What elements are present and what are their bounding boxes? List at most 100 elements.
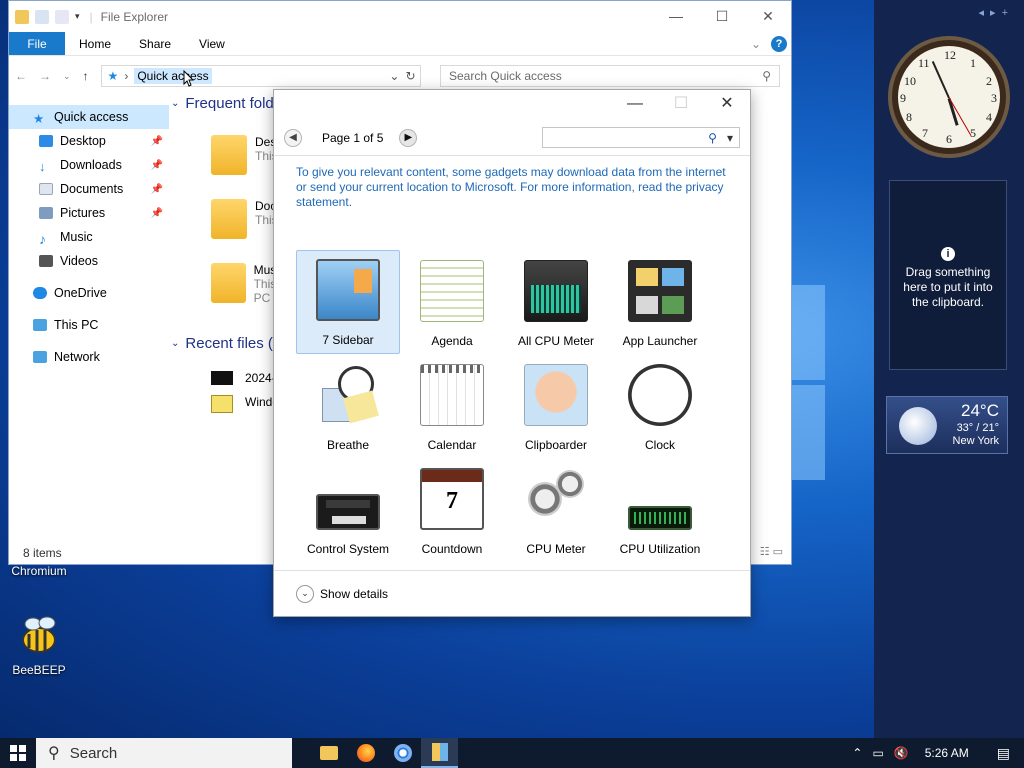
back-icon[interactable]: ← (15, 69, 27, 83)
sidebar-item-onedrive[interactable]: OneDrive (9, 281, 169, 305)
gadget-item[interactable]: Control System (296, 458, 400, 562)
taskbar-firefox[interactable] (347, 738, 384, 768)
chevron-down-icon[interactable]: ⌄ (389, 69, 399, 83)
dialog-titlebar[interactable]: — ☐ ✕ (274, 90, 750, 120)
properties-icon[interactable] (35, 9, 49, 24)
network-icon[interactable]: ▭ (872, 746, 883, 760)
gadget-item[interactable]: App Launcher (608, 250, 712, 354)
sidebar-item-documents[interactable]: Documents 📌 (9, 177, 169, 201)
clock-time[interactable]: 5:26 AM (925, 746, 969, 760)
tab-share[interactable]: Share (125, 32, 185, 55)
mouse-cursor-icon (183, 70, 195, 87)
chevron-down-icon[interactable]: ▾ (75, 11, 80, 22)
folder-icon (319, 746, 338, 760)
clipboarder-gadget-icon (524, 364, 588, 426)
control-system-gadget-icon (316, 494, 380, 530)
start-button[interactable] (0, 738, 36, 768)
minute-hand (931, 61, 950, 99)
gadget-search-input[interactable]: ⚲ ▾ (542, 127, 740, 148)
sidebar-item-downloads[interactable]: ↓ Downloads 📌 (9, 153, 169, 177)
gadgets-dialog[interactable]: — ☐ ✕ ◀ Page 1 of 5 ▶ ⚲ ▾ To give you re… (273, 89, 751, 617)
search-input[interactable]: Search Quick access ⚲ (440, 65, 780, 87)
sidebar-item-label: Network (54, 350, 100, 364)
pin-icon: 📌 (150, 159, 163, 171)
sidebar-item-this-pc[interactable]: This PC (9, 313, 169, 337)
gadget-item[interactable]: CPU Meter (504, 458, 608, 562)
clock-gadget-icon (628, 364, 692, 426)
clock-gadget[interactable]: 12 1 2 3 4 5 6 7 8 9 10 11 (888, 36, 1010, 158)
tab-home[interactable]: Home (65, 32, 125, 55)
close-button[interactable]: ✕ (745, 8, 791, 25)
next-page-button[interactable]: ▶ (399, 128, 418, 147)
desktop-icon-beebeep[interactable]: BeeBEEP (4, 614, 74, 677)
weather-city: New York (952, 435, 999, 447)
forward-icon[interactable]: → (39, 69, 51, 83)
sidebar-item-network[interactable]: Network (9, 345, 169, 369)
desktop-icon-label: Chromium (11, 564, 67, 578)
cpu-utilization-gadget-icon (628, 506, 692, 530)
gadgets-icon (431, 743, 448, 761)
gadget-item[interactable]: Clock (608, 354, 712, 458)
sidebar-item-quick-access[interactable]: ★ Quick access (9, 105, 169, 129)
clipboard-hint: Drag something here to put it into the c… (903, 265, 993, 309)
sidebar-item-desktop[interactable]: Desktop 📌 (9, 129, 169, 153)
taskbar-file-explorer[interactable] (310, 738, 347, 768)
sidebar-item-videos[interactable]: Videos (9, 249, 169, 273)
new-folder-icon[interactable] (55, 9, 69, 24)
recent-files-header[interactable]: ⌄ Recent files (2) (171, 335, 286, 352)
folder-icon (211, 135, 247, 175)
show-details-button[interactable]: Show details (320, 587, 388, 601)
chevron-down-icon: ⌄ (171, 338, 180, 349)
taskbar-search-box[interactable]: ⚲ Search (36, 738, 292, 768)
taskbar-chromium[interactable] (384, 738, 421, 768)
sidebar-item-music[interactable]: ♪ Music (9, 225, 169, 249)
folder-icon (211, 263, 246, 303)
chevron-down-icon[interactable]: ⌄ (296, 584, 314, 603)
gadget-item[interactable]: All CPU Meter (504, 250, 608, 354)
explorer-titlebar[interactable]: ▾ | File Explorer — ☐ ✕ (9, 1, 791, 32)
minimize-button[interactable]: — (653, 8, 699, 25)
cloud-icon (33, 287, 47, 299)
gadget-item[interactable]: Agenda (400, 250, 504, 354)
chevron-down-icon[interactable]: ▾ (727, 131, 733, 145)
gadget-item[interactable]: CPU Utilization (608, 458, 712, 562)
tab-file[interactable]: File (9, 32, 65, 55)
video-icon (39, 255, 53, 267)
taskbar-apps (310, 738, 458, 768)
calendar-gadget-icon (420, 364, 484, 426)
help-icon[interactable]: ? (771, 35, 787, 52)
app-launcher-gadget-icon (628, 260, 692, 322)
expand-ribbon-icon[interactable]: ⌄ (751, 37, 761, 51)
gadget-item[interactable]: 7 Countdown (400, 458, 504, 562)
sidebar-item-pictures[interactable]: Pictures 📌 (9, 201, 169, 225)
chevron-up-icon[interactable]: ⌃ (852, 746, 862, 760)
gadget-item[interactable]: 7 Sidebar (296, 250, 400, 354)
volume-muted-icon[interactable]: 🔇 (894, 746, 909, 760)
quick-access-toolbar[interactable]: ▾ (15, 9, 80, 24)
maximize-button[interactable]: ☐ (699, 8, 745, 25)
minimize-button[interactable]: — (612, 90, 658, 120)
privacy-notice[interactable]: To give you relevant content, some gadge… (274, 156, 750, 210)
chevron-down-icon[interactable]: ⌄ (63, 71, 71, 82)
notification-icon[interactable]: ▤ (997, 745, 1010, 762)
breadcrumb[interactable]: Quick access (134, 68, 212, 84)
pin-icon: 📌 (150, 183, 163, 195)
tab-view[interactable]: View (185, 32, 239, 55)
gadget-item[interactable]: Clipboarder (504, 354, 608, 458)
breathe-gadget-icon (316, 364, 380, 426)
prev-page-button[interactable]: ◀ (284, 128, 302, 147)
refresh-icon[interactable]: ↻ (405, 69, 415, 83)
clipboard-gadget[interactable]: i Drag something here to put it into the… (889, 180, 1007, 370)
taskbar-gadgets[interactable] (421, 738, 458, 768)
chromium-icon (393, 744, 412, 762)
sidebar-nav-controls[interactable]: ◂▸+ (979, 6, 1014, 19)
status-bar: 8 items (23, 546, 62, 560)
up-icon[interactable]: ↑ (83, 69, 89, 83)
gadget-item[interactable]: Calendar (400, 354, 504, 458)
weather-gadget[interactable]: 24°C 33° / 21° New York (886, 396, 1008, 454)
close-button[interactable]: ✕ (704, 90, 750, 120)
address-bar[interactable]: ★ › Quick access ⌄ ↻ (100, 65, 421, 87)
firefox-icon (356, 744, 375, 762)
view-toggle-icons[interactable]: ☷ ▭ (760, 545, 783, 558)
gadget-item[interactable]: Breathe (296, 354, 400, 458)
